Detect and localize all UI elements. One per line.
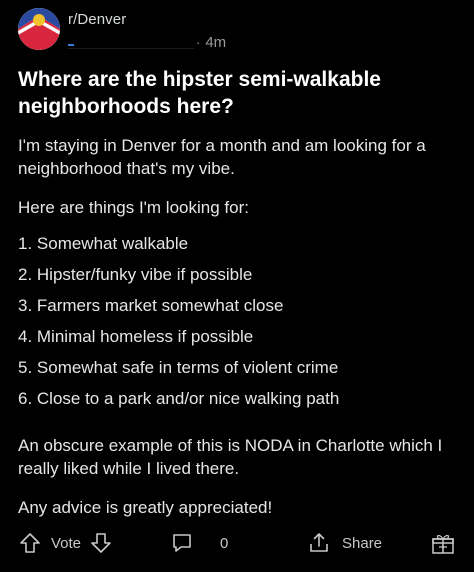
comments-button[interactable]: 0 xyxy=(170,522,228,564)
arrow-up-icon xyxy=(20,533,40,553)
post-card: r/Denver · 4m Where are the hipster semi… xyxy=(0,0,474,572)
award-button[interactable] xyxy=(430,522,456,564)
post-title: Where are the hipster semi-walkable neig… xyxy=(18,68,381,118)
share-button[interactable]: Share xyxy=(308,522,382,564)
denver-flag-logo-icon xyxy=(18,8,60,50)
criteria-list: 1. Somewhat walkable 2. Hipster/funky vi… xyxy=(18,232,458,418)
action-bar: Vote 0 Share xyxy=(0,522,474,564)
share-icon xyxy=(310,533,328,552)
author-line: · 4m xyxy=(68,32,226,52)
downvote-button[interactable] xyxy=(89,531,113,555)
vote-control: Vote xyxy=(18,522,113,564)
list-item: 4. Minimal homeless if possible xyxy=(18,327,254,346)
subreddit-name[interactable]: r/Denver xyxy=(68,11,126,28)
redacted-username xyxy=(68,35,194,49)
body-paragraph-example: An obscure example of this is NODA in Ch… xyxy=(18,436,443,478)
body-paragraph-list-intro: Here are things I'm looking for: xyxy=(18,198,249,217)
post-age: 4m xyxy=(205,33,227,51)
speech-bubble-icon xyxy=(173,534,191,552)
separator-dot: · xyxy=(196,34,201,50)
list-item: 2. Hipster/funky vibe if possible xyxy=(18,265,253,284)
comment-count: 0 xyxy=(220,534,229,552)
list-item: 5. Somewhat safe in terms of violent cri… xyxy=(18,358,339,377)
body-paragraph-intro: I'm staying in Denver for a month and am… xyxy=(18,136,426,178)
list-item: 3. Farmers market somewhat close xyxy=(18,296,284,315)
post-header: r/Denver · 4m xyxy=(18,8,458,56)
list-item: 1. Somewhat walkable xyxy=(18,234,189,253)
list-item: 6. Close to a park and/or nice walking p… xyxy=(18,389,340,408)
upvote-button[interactable] xyxy=(18,531,42,555)
gift-award-icon xyxy=(432,534,454,554)
body-paragraph-closing: Any advice is greatly appreciated! xyxy=(18,498,273,517)
share-label: Share xyxy=(342,534,383,552)
arrow-down-icon xyxy=(91,533,111,553)
vote-label: Vote xyxy=(51,534,82,552)
subreddit-avatar[interactable] xyxy=(18,8,60,50)
